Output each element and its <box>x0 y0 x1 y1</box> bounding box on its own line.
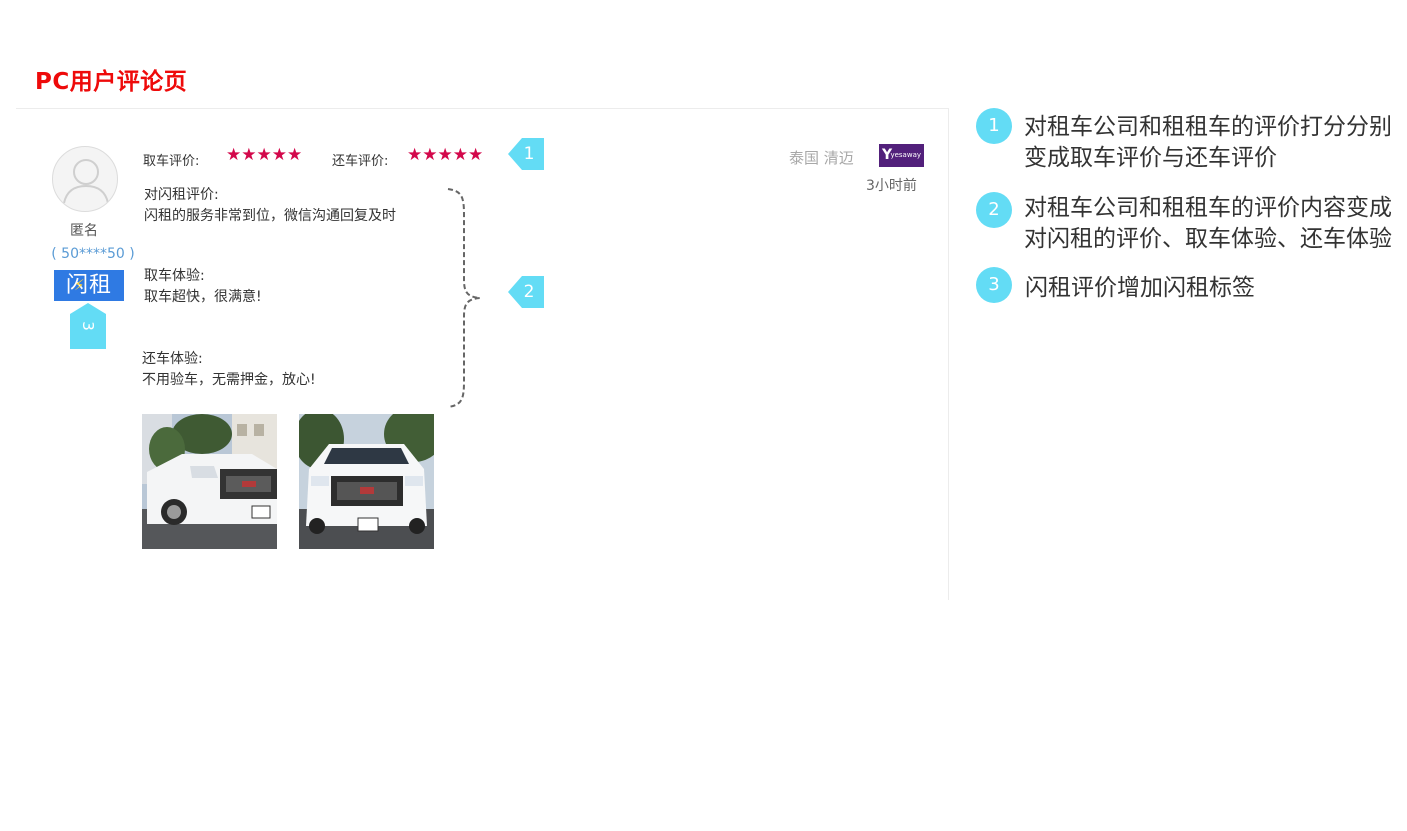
provider-logo-text: yesaway <box>890 151 921 159</box>
car-photo-icon <box>142 414 277 549</box>
car-photo-icon <box>299 414 434 549</box>
return-rating-stars: ★★★★★ <box>407 145 484 165</box>
brand-tag-label: 闪租 <box>65 273 112 298</box>
review-section-body: 取车超快，很满意! <box>144 289 262 305</box>
note-badge-3: 3 <box>976 267 1012 303</box>
callout-3-number: 3 <box>78 321 97 331</box>
callout-2-number: 2 <box>523 282 535 302</box>
note-badge-2: 2 <box>976 192 1012 228</box>
user-name: 匿名 <box>70 223 98 239</box>
pickup-rating-label: 取车评价: <box>143 154 200 169</box>
review-photo-2[interactable] <box>299 414 434 549</box>
review-photo-1[interactable] <box>142 414 277 549</box>
review-section-title: 取车体验: <box>144 268 205 284</box>
time-ago: 3小时前 <box>866 178 917 194</box>
review-section-body: 闪租的服务非常到位，微信沟通回复及时 <box>144 208 396 224</box>
note-text-2: 对租车公司和租租车的评价内容变成对闪租的评价、取车体验、还车体验 <box>1024 195 1392 252</box>
review-section-title: 还车体验: <box>142 351 203 367</box>
location: 泰国 清迈 <box>789 149 854 167</box>
return-rating-label: 还车评价: <box>332 154 389 169</box>
callout-1-number: 1 <box>523 144 535 164</box>
user-avatar[interactable] <box>52 146 118 212</box>
pickup-rating-stars: ★★★★★ <box>226 145 303 165</box>
provider-logo: Y yesaway <box>879 144 924 167</box>
page-title: PC用户评论页 <box>35 69 188 95</box>
brand-tag: ⚡ 闪租 <box>54 270 124 301</box>
review-section-title: 对闪租评价: <box>144 187 219 203</box>
yesaway-logo-icon: Y <box>882 147 893 163</box>
review-section-body: 不用验车，无需押金，放心! <box>142 372 316 388</box>
note-text-1: 对租车公司和租租车的评价打分分别变成取车评价与还车评价 <box>1024 114 1392 171</box>
user-id: ( 50****50 ) <box>51 246 135 262</box>
dashed-brace <box>447 188 481 408</box>
lightning-icon: ⚡ <box>74 276 86 294</box>
note-badge-1: 1 <box>976 108 1012 144</box>
note-text-3: 闪租评价增加闪租标签 <box>1025 275 1255 301</box>
user-silhouette-icon <box>63 159 109 204</box>
